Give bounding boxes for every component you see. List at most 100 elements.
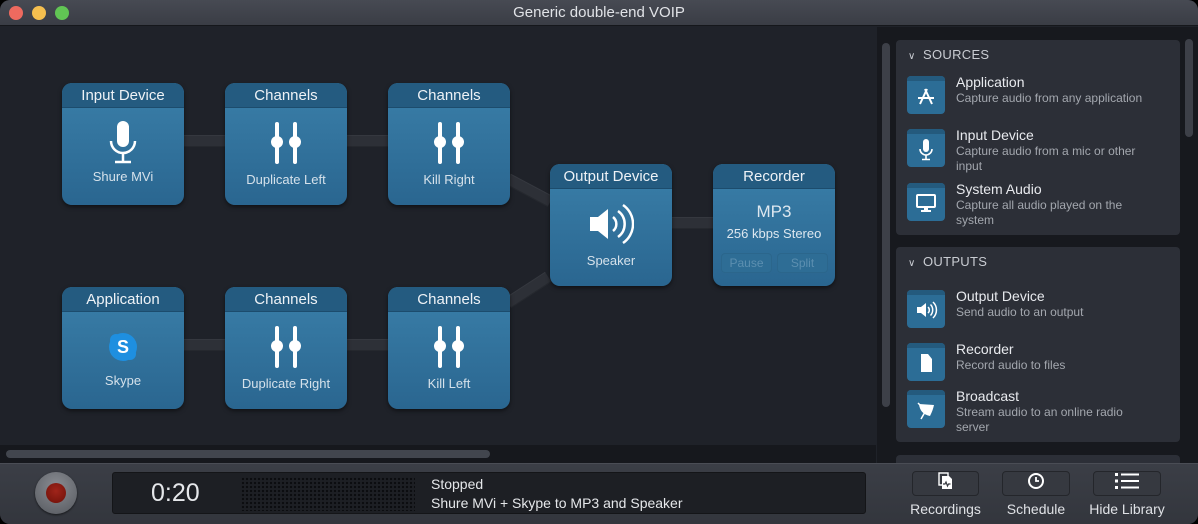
schedule-label: Schedule	[1006, 501, 1066, 517]
node-header: Channels	[388, 83, 510, 108]
hide-library-label: Hide Library	[1089, 501, 1165, 517]
wire-channels2-to-output	[505, 173, 554, 207]
library-item-title: Input Device	[956, 127, 1034, 143]
node-label: Shure MVi	[92, 169, 154, 184]
wire-app-to-channels3	[183, 339, 225, 351]
microphone-icon	[62, 120, 184, 166]
node-header: Output Device	[550, 164, 672, 189]
app-window: Generic double-end VOIP Input Device Shu…	[0, 0, 1198, 524]
wire-input-to-channels1	[183, 135, 225, 147]
node-input-device[interactable]: Input Device Shure MVi	[62, 83, 184, 205]
library-item-desc: Record audio to files	[956, 358, 1066, 372]
canvas-vertical-scrollbar[interactable]	[882, 43, 890, 407]
library-item-desc: Stream audio to an online radio server	[956, 405, 1123, 434]
library-panel: ∨ SOURCES Application Capture audio from …	[877, 27, 1198, 475]
node-header: Channels	[225, 287, 347, 312]
node-label: Skype	[104, 373, 142, 388]
library-item-desc: Send audio to an output	[956, 305, 1084, 319]
svg-text:S: S	[117, 337, 129, 357]
node-label: Speaker	[586, 253, 636, 268]
library-item-title: Output Device	[956, 288, 1045, 304]
node-header: Channels	[388, 287, 510, 312]
title-bar: Generic double-end VOIP	[0, 0, 1198, 26]
status-display: 0:20 Stopped Shure MVi + Skype to MP3 an…	[112, 472, 866, 514]
clock-icon	[1027, 472, 1045, 495]
library-item-title: Recorder	[956, 341, 1014, 357]
library-item-title: System Audio	[956, 181, 1042, 197]
recordings-icon	[937, 472, 954, 495]
skype-icon: S	[62, 324, 184, 370]
library-item-input-device[interactable]: Input Device Capture audio from a mic or…	[907, 127, 1167, 175]
sources-section: ∨ SOURCES Application Capture audio from …	[896, 40, 1180, 235]
recordings-label: Recordings	[910, 501, 981, 517]
pause-button[interactable]: Pause	[721, 253, 772, 273]
level-meter	[241, 477, 415, 511]
sliders-icon	[388, 324, 510, 370]
wire-channels4-to-output	[504, 271, 552, 309]
record-icon	[46, 483, 66, 503]
sliders-icon	[225, 324, 347, 370]
library-item-output-device[interactable]: Output Device Send audio to an output	[907, 288, 1167, 336]
speaker-icon	[907, 290, 945, 328]
node-application[interactable]: Application S Skype	[62, 287, 184, 409]
node-channels-kill-right[interactable]: Channels Kill Right	[388, 83, 510, 205]
library-item-broadcast[interactable]: Broadcast Stream audio to an online radi…	[907, 388, 1167, 436]
library-item-application[interactable]: Application Capture audio from any appli…	[907, 74, 1167, 122]
node-channels-duplicate-left[interactable]: Channels Duplicate Left	[225, 83, 347, 205]
outputs-section: ∨ OUTPUTS Output Device Send audio to an …	[896, 247, 1180, 442]
audio-graph-canvas[interactable]: Input Device Shure MVi Channels Duplicat…	[0, 27, 876, 445]
library-item-system-audio[interactable]: System Audio Capture all audio played on…	[907, 181, 1167, 229]
recorder-quality: 256 kbps Stereo	[726, 226, 822, 241]
recordings-button[interactable]	[912, 471, 979, 496]
list-icon	[1114, 472, 1140, 495]
horizontal-scrollbar[interactable]	[0, 445, 876, 463]
library-scrollbar[interactable]	[1185, 39, 1193, 137]
library-item-title: Broadcast	[956, 388, 1020, 404]
hide-library-button[interactable]	[1093, 471, 1161, 496]
split-button[interactable]: Split	[777, 253, 828, 273]
outputs-header-label: OUTPUTS	[923, 254, 988, 269]
node-header: Recorder	[713, 164, 835, 189]
microphone-icon	[907, 129, 945, 167]
library-item-desc: Capture all audio played on the system	[956, 198, 1123, 227]
session-description: Shure MVi + Skype to MP3 and Speaker	[431, 495, 683, 511]
node-output-device[interactable]: Output Device Speaker	[550, 164, 672, 286]
record-button[interactable]	[35, 472, 77, 514]
sources-header-label: SOURCES	[923, 47, 990, 62]
schedule-button[interactable]	[1002, 471, 1070, 496]
elapsed-time: 0:20	[151, 479, 200, 507]
chevron-down-icon: ∨	[908, 258, 916, 269]
node-header: Channels	[225, 83, 347, 108]
wire-output-to-recorder	[671, 217, 714, 229]
satellite-dish-icon	[907, 390, 945, 428]
horizontal-scrollbar-thumb[interactable]	[6, 450, 490, 458]
node-label: Kill Left	[427, 376, 471, 391]
status-text: Stopped	[431, 476, 484, 492]
outputs-header[interactable]: ∨ OUTPUTS	[908, 254, 987, 269]
sources-header[interactable]: ∨ SOURCES	[908, 47, 989, 62]
speaker-icon	[550, 201, 672, 247]
node-header: Application	[62, 287, 184, 312]
library-item-desc: Capture audio from any application	[956, 91, 1143, 105]
chevron-down-icon: ∨	[908, 51, 916, 62]
bottom-toolbar: 0:20 Stopped Shure MVi + Skype to MP3 an…	[0, 463, 1198, 524]
node-label: Duplicate Left	[246, 172, 326, 187]
wire-channels1-to-channels2	[346, 135, 388, 147]
node-channels-duplicate-right[interactable]: Channels Duplicate Right	[225, 287, 347, 409]
window-title: Generic double-end VOIP	[513, 4, 685, 21]
library-item-desc: Capture audio from a mic or other input	[956, 144, 1136, 173]
sliders-icon	[388, 120, 510, 166]
wire-channels3-to-channels4	[346, 339, 388, 351]
node-label: Kill Right	[423, 172, 475, 187]
app-store-icon	[907, 76, 945, 114]
sliders-icon	[225, 120, 347, 166]
node-header: Input Device	[62, 83, 184, 108]
node-label: Duplicate Right	[241, 376, 331, 391]
monitor-icon	[907, 183, 945, 221]
library-item-recorder[interactable]: Recorder Record audio to files	[907, 341, 1167, 389]
library-item-title: Application	[956, 74, 1025, 90]
recorder-format: MP3	[756, 202, 792, 221]
document-icon	[907, 343, 945, 381]
node-channels-kill-left[interactable]: Channels Kill Left	[388, 287, 510, 409]
node-recorder[interactable]: Recorder MP3 256 kbps Stereo Pause Split	[713, 164, 835, 286]
